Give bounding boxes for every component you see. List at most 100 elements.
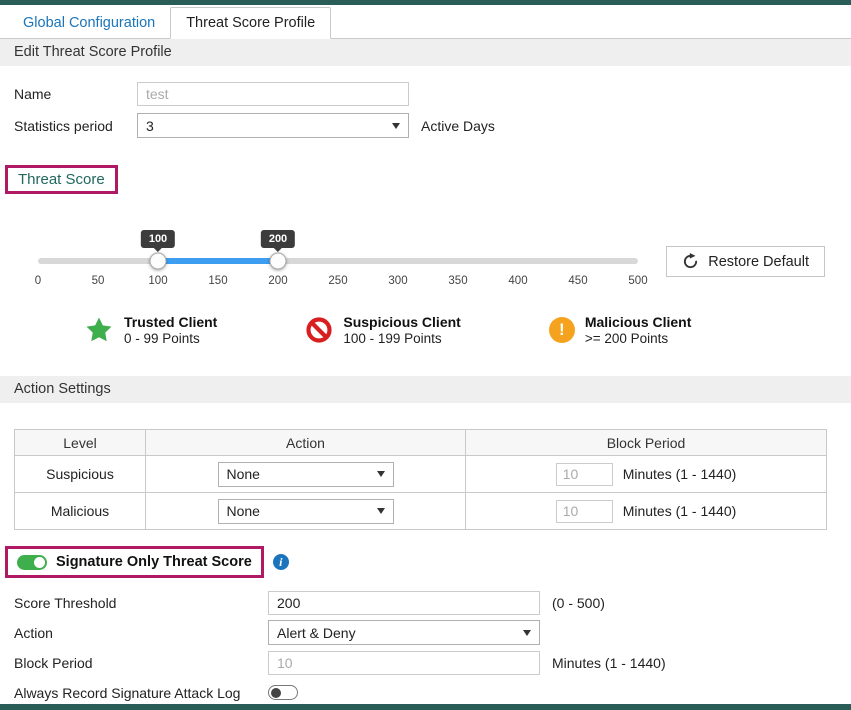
- suspicious-action-value: None: [227, 466, 260, 482]
- statistics-period-label: Statistics period: [14, 118, 137, 134]
- toggle-knob: [271, 688, 281, 698]
- statistics-period-suffix: Active Days: [421, 118, 495, 134]
- statistics-period-row: Statistics period 3 Active Days: [14, 113, 837, 138]
- record-signature-attack-log-row: Always Record Signature Attack Log: [14, 680, 837, 705]
- slider-upper-value-badge: 200: [261, 230, 295, 248]
- statistics-period-select[interactable]: 3: [137, 113, 409, 138]
- name-label: Name: [14, 86, 137, 102]
- tick-label: 50: [92, 275, 105, 287]
- score-threshold-row: Score Threshold (0 - 500): [14, 590, 837, 615]
- bottom-accent-bar: [0, 704, 851, 710]
- block-period-suffix: Minutes (1 - 1440): [623, 466, 737, 482]
- slider-track-area: 100 200 0 50 100 150 200 250 300 350 400…: [38, 258, 638, 291]
- signature-block-period-row: Block Period Minutes (1 - 1440): [14, 650, 837, 675]
- column-header-action: Action: [146, 430, 466, 456]
- star-icon: [84, 315, 114, 345]
- legend-suspicious-name: Suspicious Client: [343, 314, 460, 330]
- tab-global-configuration[interactable]: Global Configuration: [8, 8, 170, 38]
- tick-label: 350: [448, 275, 467, 287]
- tick-label: 150: [208, 275, 227, 287]
- name-row: Name: [14, 81, 837, 106]
- no-entry-icon: [305, 316, 333, 344]
- statistics-period-value: 3: [146, 118, 154, 134]
- signature-action-label: Action: [14, 625, 268, 641]
- suspicious-action-select[interactable]: None: [218, 462, 394, 487]
- warning-icon: [549, 317, 575, 343]
- restore-default-button[interactable]: Restore Default: [666, 246, 825, 277]
- action-settings-section-title: Action Settings: [0, 376, 851, 403]
- tick-label: 400: [508, 275, 527, 287]
- threat-score-section-title: Threat Score: [18, 171, 105, 188]
- chevron-down-icon: [377, 471, 385, 477]
- legend-trusted-name: Trusted Client: [124, 314, 217, 330]
- tick-label: 300: [388, 275, 407, 287]
- signature-block-period-input[interactable]: [268, 651, 540, 675]
- slider-tick-labels: 0 50 100 150 200 250 300 350 400 450 500: [38, 275, 638, 291]
- signature-only-threat-score-label: Signature Only Threat Score: [56, 554, 252, 570]
- tick-label: 200: [268, 275, 287, 287]
- name-input[interactable]: [137, 82, 409, 106]
- signature-block-period-suffix: Minutes (1 - 1440): [552, 655, 666, 671]
- action-cell: None: [146, 456, 466, 493]
- chevron-down-icon: [392, 123, 400, 129]
- action-settings-table: Level Action Block Period Suspicious Non…: [14, 429, 827, 530]
- suspicious-block-period-input[interactable]: [556, 463, 613, 486]
- level-cell: Suspicious: [15, 456, 146, 493]
- info-icon[interactable]: [273, 554, 289, 570]
- column-header-level: Level: [15, 430, 146, 456]
- legend-suspicious-range: 100 - 199 Points: [343, 331, 460, 346]
- threat-score-slider-zone: 100 200 0 50 100 150 200 250 300 350 400…: [0, 194, 851, 298]
- table-row-malicious: Malicious None Minutes (1 - 1440): [15, 493, 827, 530]
- slider-active-range: [158, 258, 278, 264]
- tick-label: 250: [328, 275, 347, 287]
- signature-toggle-highlight-annotation: Signature Only Threat Score: [5, 546, 264, 578]
- chevron-down-icon: [377, 508, 385, 514]
- table-header-row: Level Action Block Period: [15, 430, 827, 456]
- legend-malicious-range: >= 200 Points: [585, 331, 692, 346]
- record-signature-attack-log-label: Always Record Signature Attack Log: [14, 685, 268, 701]
- malicious-action-value: None: [227, 503, 260, 519]
- legend-malicious-name: Malicious Client: [585, 314, 692, 330]
- threat-score-highlight-annotation: Threat Score: [5, 165, 118, 194]
- tick-label: 0: [35, 275, 41, 287]
- toggle-knob: [34, 557, 45, 568]
- page-title: Edit Threat Score Profile: [0, 39, 851, 66]
- threat-score-profile-page: Global Configuration Threat Score Profil…: [0, 0, 851, 710]
- chevron-down-icon: [523, 630, 531, 636]
- restore-default-label: Restore Default: [708, 254, 809, 270]
- signature-action-select[interactable]: Alert & Deny: [268, 620, 540, 645]
- tick-label: 100: [148, 275, 167, 287]
- refresh-icon: [682, 253, 699, 270]
- legend-trusted-range: 0 - 99 Points: [124, 331, 217, 346]
- level-cell: Malicious: [15, 493, 146, 530]
- record-signature-attack-log-toggle[interactable]: [268, 685, 298, 700]
- block-period-suffix: Minutes (1 - 1440): [623, 503, 737, 519]
- tab-threat-score-profile[interactable]: Threat Score Profile: [170, 7, 331, 39]
- slider-lower-handle[interactable]: [150, 253, 167, 270]
- malicious-block-period-input[interactable]: [556, 500, 613, 523]
- profile-form: Name Statistics period 3 Active Days: [0, 66, 851, 138]
- slider-upper-handle[interactable]: [270, 253, 287, 270]
- malicious-action-select[interactable]: None: [218, 499, 394, 524]
- signature-action-value: Alert & Deny: [277, 625, 356, 641]
- column-header-block-period: Block Period: [466, 430, 827, 456]
- tab-bar: Global Configuration Threat Score Profil…: [0, 5, 851, 39]
- action-cell: None: [146, 493, 466, 530]
- legend-item-suspicious: Suspicious Client 100 - 199 Points: [305, 314, 460, 346]
- signature-only-threat-score-row: Signature Only Threat Score: [5, 546, 851, 578]
- score-threshold-suffix: (0 - 500): [552, 595, 605, 611]
- table-row-suspicious: Suspicious None Minutes (1 - 1440): [15, 456, 827, 493]
- signature-action-row: Action Alert & Deny: [14, 620, 837, 645]
- block-period-cell: Minutes (1 - 1440): [466, 493, 827, 530]
- threat-score-legend: Trusted Client 0 - 99 Points Suspicious …: [84, 314, 851, 346]
- legend-item-trusted: Trusted Client 0 - 99 Points: [84, 314, 217, 346]
- signature-block-period-label: Block Period: [14, 655, 268, 671]
- tick-label: 500: [628, 275, 647, 287]
- signature-only-threat-score-toggle[interactable]: [17, 555, 47, 570]
- score-threshold-label: Score Threshold: [14, 595, 268, 611]
- legend-item-malicious: Malicious Client >= 200 Points: [549, 314, 692, 346]
- score-threshold-input[interactable]: [268, 591, 540, 615]
- slider-track[interactable]: 100 200: [38, 258, 638, 264]
- tick-label: 450: [568, 275, 587, 287]
- slider-lower-value-badge: 100: [141, 230, 175, 248]
